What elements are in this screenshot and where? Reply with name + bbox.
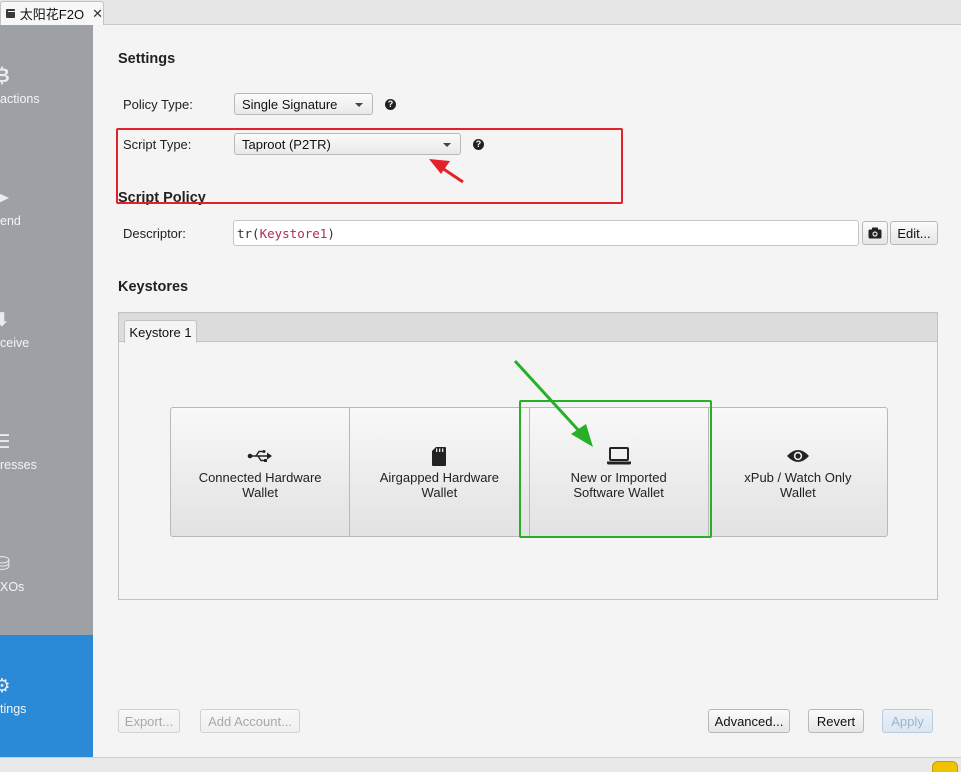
descriptor-label: Descriptor: [123,226,186,241]
send-icon: ➤ [0,188,10,209]
sidebar-item-label: ceive [0,336,30,350]
descriptor-keystore: Keystore1 [259,226,328,241]
option-line2: Wallet [242,485,278,500]
sd-card-icon [425,445,453,467]
chevron-down-icon [355,103,363,107]
sidebar-item-transactions[interactable]: ₿ actions [0,25,93,147]
receive-icon: ⬇ [0,310,10,331]
sidebar-item-label: actions [0,92,40,106]
option-line2: Wallet [780,485,816,500]
sidebar-item-label: end [0,214,21,228]
sidebar: ₿ actions ➤ end ⬇ ceive ☰ resses ⛁ XOs ⚙… [0,25,93,757]
advanced-button[interactable]: Advanced... [708,709,790,733]
help-icon[interactable]: ? [385,99,396,110]
connected-hardware-wallet-button[interactable]: Connected Hardware Wallet [171,408,351,536]
edit-descriptor-button[interactable]: Edit... [890,221,938,245]
addresses-icon: ☰ [0,432,11,453]
descriptor-prefix: tr( [237,226,260,241]
status-bar [0,757,961,772]
add-account-button[interactable]: Add Account... [200,709,300,733]
tab-strip: 太阳花F2O ✕ [0,0,961,25]
sidebar-item-label: resses [0,458,37,472]
xpub-watch-only-button[interactable]: xPub / Watch Only Wallet [709,408,887,536]
option-line2: Wallet [421,485,458,500]
export-button[interactable]: Export... [118,709,180,733]
wallet-tab-title: 太阳花F2O [19,7,85,22]
apply-button[interactable]: Apply [882,709,933,733]
camera-icon [868,227,882,239]
annotation-red-box [116,128,623,204]
wallet-icon [6,9,15,18]
camera-button[interactable] [862,221,888,245]
sidebar-item-receive[interactable]: ⬇ ceive [0,269,93,391]
sidebar-item-label: tings [0,702,27,716]
sidebar-item-addresses[interactable]: ☰ resses [0,391,93,513]
descriptor-suffix: ) [327,226,335,241]
airgapped-hardware-wallet-button[interactable]: Airgapped Hardware Wallet [350,408,530,536]
sidebar-item-label: XOs [0,580,25,594]
status-indicator-icon [932,761,958,772]
option-line1: Airgapped Hardware [379,470,499,485]
sidebar-item-settings[interactable]: ⚙ tings [0,635,93,757]
gear-icon: ⚙ [0,676,11,697]
tab-keystore-1[interactable]: Keystore 1 [124,320,197,343]
option-line1: xPub / Watch Only [744,470,852,485]
descriptor-field[interactable]: tr(Keystore1) [233,220,859,246]
settings-heading: Settings [118,51,176,67]
bitcoin-icon: ₿ [0,66,10,87]
policy-type-label: Policy Type: [123,97,193,112]
revert-button[interactable]: Revert [808,709,864,733]
sidebar-item-utxos[interactable]: ⛁ XOs [0,513,93,635]
policy-type-value: Single Signature [242,96,338,112]
usb-icon [246,445,274,467]
option-line1: Connected Hardware [198,470,322,485]
close-icon[interactable]: ✕ [92,6,103,22]
keystore-tabbar: Keystore 1 [119,313,937,343]
utxos-icon: ⛁ [0,554,10,575]
sidebar-item-send[interactable]: ➤ end [0,147,93,269]
wallet-tab[interactable]: 太阳花F2O ✕ [0,1,104,25]
eye-icon [784,445,812,467]
keystores-heading: Keystores [118,279,189,295]
policy-type-select[interactable]: Single Signature [234,93,373,115]
annotation-green-box [519,400,712,538]
